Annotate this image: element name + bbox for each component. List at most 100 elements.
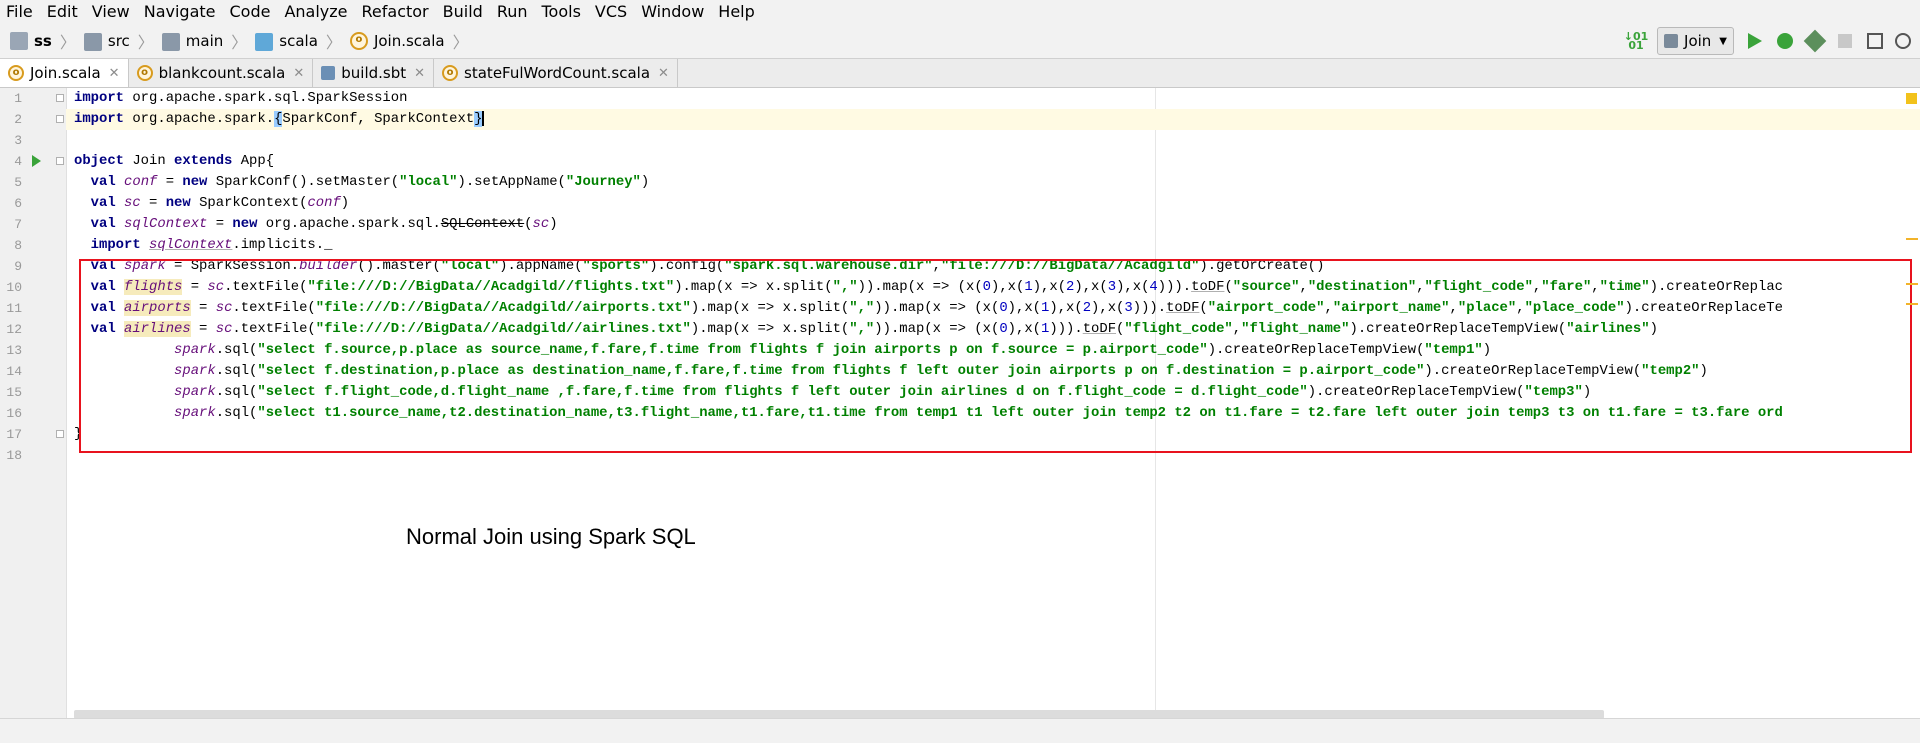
- tab-label: stateFulWordCount.scala: [464, 64, 651, 82]
- line-number: 7: [14, 217, 22, 232]
- menu-navigate[interactable]: Navigate: [137, 0, 223, 24]
- folder-icon: [161, 33, 180, 51]
- breadcrumb-item-join-scala[interactable]: o Join.scala 〉: [349, 24, 477, 58]
- chevron-right-icon: 〉: [137, 33, 154, 52]
- run-config-label: Join: [1684, 32, 1712, 50]
- fold-marker-icon[interactable]: [56, 115, 64, 123]
- menu-window[interactable]: Window: [634, 0, 711, 24]
- fold-marker-icon[interactable]: [56, 430, 64, 438]
- error-stripe-marker[interactable]: [1906, 303, 1918, 305]
- menu-bar: File Edit View Navigate Code Analyze Ref…: [0, 0, 1920, 24]
- breadcrumb-item-main[interactable]: main 〉: [161, 24, 256, 58]
- breadcrumb-label: main: [185, 32, 224, 50]
- line-number: 1: [14, 91, 22, 106]
- stop-icon: [1838, 34, 1852, 48]
- breadcrumb-item-scala[interactable]: scala 〉: [255, 24, 350, 58]
- menu-view[interactable]: View: [85, 0, 137, 24]
- scala-file-icon: o: [349, 32, 368, 50]
- toolbar: ↓01 01 Join ▼: [1621, 24, 1920, 58]
- error-stripe-marker[interactable]: [1906, 238, 1918, 240]
- menu-refactor[interactable]: Refactor: [355, 0, 436, 24]
- editor-tab-bar: o Join.scala ✕ o blankcount.scala ✕ buil…: [0, 59, 1920, 88]
- menu-vcs[interactable]: VCS: [588, 0, 634, 24]
- tab-build-sbt[interactable]: build.sbt ✕: [313, 59, 435, 87]
- close-icon[interactable]: ✕: [293, 66, 304, 81]
- line-number: 9: [14, 259, 22, 274]
- chevron-right-icon: 〉: [325, 33, 342, 52]
- fold-marker-icon[interactable]: [56, 157, 64, 165]
- text-cursor: [482, 110, 485, 126]
- menu-run[interactable]: Run: [490, 0, 535, 24]
- bug-icon: [1777, 33, 1793, 49]
- tab-label: blankcount.scala: [158, 64, 286, 82]
- fold-marker-icon[interactable]: [56, 94, 64, 102]
- scala-file-icon: o: [8, 65, 24, 81]
- run-button[interactable]: [1742, 28, 1768, 54]
- close-icon[interactable]: ✕: [658, 66, 669, 81]
- code-line-4: object Join extends App{: [74, 153, 275, 169]
- tab-label: Join.scala: [30, 64, 101, 82]
- scala-file-icon: o: [442, 65, 459, 81]
- line-number: 14: [6, 364, 22, 379]
- breadcrumb-item-ss[interactable]: ss 〉: [10, 24, 84, 58]
- run-configuration-selector[interactable]: Join ▼: [1657, 27, 1734, 55]
- folder-icon: [255, 33, 274, 51]
- chevron-right-icon: 〉: [59, 33, 76, 52]
- code-line-5: val conf = new SparkConf().setMaster("lo…: [90, 174, 650, 190]
- line-number: 13: [6, 343, 22, 358]
- error-stripe-marker[interactable]: [1906, 283, 1918, 285]
- line-number: 11: [6, 301, 22, 316]
- run-gutter-icon[interactable]: [32, 155, 41, 167]
- tab-join-scala[interactable]: o Join.scala ✕: [0, 59, 129, 87]
- close-icon[interactable]: ✕: [109, 66, 120, 81]
- menu-build[interactable]: Build: [436, 0, 490, 24]
- breadcrumb-item-src[interactable]: src 〉: [83, 24, 162, 58]
- line-number: 15: [6, 385, 22, 400]
- editor-gutter[interactable]: 1 2 3 4 5 6 7 8 9 10 11 12 13 14 15 16 17 18: [0, 88, 67, 718]
- tab-blankcount-scala[interactable]: o blankcount.scala ✕: [128, 59, 314, 87]
- debug-button[interactable]: [1772, 28, 1798, 54]
- scala-file-icon: o: [136, 65, 153, 81]
- highlight-annotation-box: [79, 259, 1912, 453]
- coverage-icon: [1803, 29, 1827, 53]
- line-number: 5: [14, 175, 22, 190]
- run-config-icon: [1664, 34, 1679, 48]
- line-number: 8: [14, 238, 22, 253]
- breadcrumb-label: Join.scala: [373, 32, 445, 50]
- menu-edit[interactable]: Edit: [40, 0, 85, 24]
- project-structure-button[interactable]: [1862, 28, 1888, 54]
- line-number: 2: [14, 112, 22, 127]
- chevron-right-icon: 〉: [231, 33, 248, 52]
- status-bar: [0, 718, 1920, 743]
- menu-code[interactable]: Code: [223, 0, 278, 24]
- breadcrumb-label: scala: [279, 32, 318, 50]
- code-line-2: import org.apache.spark.{SparkConf, Spar…: [66, 109, 1920, 130]
- menu-help[interactable]: Help: [711, 0, 761, 24]
- sort-icon[interactable]: ↓01 01: [1623, 28, 1649, 54]
- code-editor[interactable]: 1 2 3 4 5 6 7 8 9 10 11 12 13 14 15 16 17 18 import org.a…: [0, 88, 1920, 719]
- search-button[interactable]: [1892, 28, 1918, 54]
- stop-button[interactable]: [1832, 28, 1858, 54]
- project-structure-icon: [1867, 33, 1883, 49]
- chevron-right-icon: 〉: [452, 33, 469, 52]
- breadcrumb: ss 〉 src 〉 main 〉 scala 〉 o Join.scala 〉: [10, 24, 477, 58]
- line-number: 16: [6, 406, 22, 421]
- code-line-7: val sqlContext = new org.apache.spark.sq…: [90, 216, 558, 232]
- menu-tools[interactable]: Tools: [535, 0, 588, 24]
- line-number: 3: [14, 133, 22, 148]
- line-number: 4: [14, 154, 22, 169]
- menu-file[interactable]: File: [0, 0, 40, 24]
- chevron-down-icon: ▼: [1719, 35, 1727, 47]
- folder-icon: [83, 33, 102, 51]
- breadcrumb-label: src: [107, 32, 130, 50]
- navigation-bar: ss 〉 src 〉 main 〉 scala 〉 o Join.scala 〉…: [0, 24, 1920, 59]
- warning-icon[interactable]: [1906, 93, 1917, 104]
- tab-statefulwordcount-scala[interactable]: o stateFulWordCount.scala ✕: [434, 59, 678, 87]
- close-icon[interactable]: ✕: [414, 66, 425, 81]
- menu-analyze[interactable]: Analyze: [277, 0, 354, 24]
- play-icon: [1748, 33, 1762, 49]
- line-number: 17: [6, 427, 22, 442]
- line-number: 12: [6, 322, 22, 337]
- coverage-button[interactable]: [1802, 28, 1828, 54]
- line-number: 10: [6, 280, 22, 295]
